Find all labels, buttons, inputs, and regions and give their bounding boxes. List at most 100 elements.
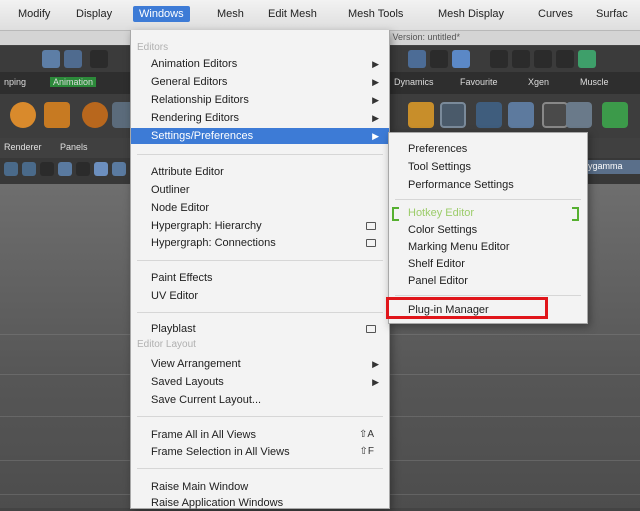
menu-item-paint-effects[interactable]: Paint Effects xyxy=(131,270,389,286)
shelf-tab-xgen[interactable]: Xgen xyxy=(528,77,549,87)
menu-item-label: Settings/Preferences xyxy=(151,130,254,142)
submenu-item-panel-editor[interactable]: Panel Editor xyxy=(389,273,587,289)
main-menu-bar: Modify Display Windows Mesh Edit Mesh Me… xyxy=(0,0,640,31)
submenu-item-plugin-manager[interactable]: Plug-in Manager xyxy=(389,302,587,318)
submenu-item-shelf-editor[interactable]: Shelf Editor xyxy=(389,256,587,272)
hypershade-icon[interactable] xyxy=(556,50,574,68)
menu-item-saved-layouts[interactable]: Saved Layouts ▶ xyxy=(131,374,389,390)
extrude-icon[interactable] xyxy=(602,102,628,128)
select-icon[interactable] xyxy=(64,50,82,68)
submenu-item-label: Preferences xyxy=(408,143,468,155)
menu-windows[interactable]: Windows xyxy=(133,6,190,22)
menu-item-label: Hypergraph: Hierarchy xyxy=(151,220,262,232)
menu-item-settings-preferences[interactable]: Settings/Preferences ▶ xyxy=(131,128,389,144)
torus-icon[interactable] xyxy=(82,102,108,128)
submenu-item-tool-settings[interactable]: Tool Settings xyxy=(389,159,587,175)
option-box-icon[interactable] xyxy=(366,239,376,247)
shelf-tab-dynamics[interactable]: Dynamics xyxy=(394,77,434,87)
menu-mesh-display[interactable]: Mesh Display xyxy=(438,8,504,20)
menu-item-attribute-editor[interactable]: Attribute Editor xyxy=(131,164,389,180)
menu-item-view-arrangement[interactable]: View Arrangement ▶ xyxy=(131,356,389,372)
duplicate-icon[interactable] xyxy=(508,102,534,128)
render-icon[interactable] xyxy=(490,50,508,68)
layer-icon[interactable] xyxy=(542,102,568,128)
lighting-icon[interactable] xyxy=(94,162,108,176)
camera-icon[interactable] xyxy=(4,162,18,176)
shelf-tab-favourite[interactable]: Favourite xyxy=(460,77,498,87)
menu-mesh[interactable]: Mesh xyxy=(217,8,244,20)
submenu-item-color-settings[interactable]: Color Settings xyxy=(389,222,587,238)
shelf-tab-rigging[interactable]: nping xyxy=(4,77,26,87)
menu-item-node-editor[interactable]: Node Editor xyxy=(131,200,389,216)
menu-item-raise-application-windows[interactable]: Raise Application Windows xyxy=(131,495,389,511)
bookmark-icon[interactable] xyxy=(40,162,54,176)
menu-item-hypergraph-connections[interactable]: Hypergraph: Connections xyxy=(131,235,389,251)
xray-icon[interactable] xyxy=(112,162,126,176)
render-settings-icon[interactable] xyxy=(534,50,552,68)
menu-item-playblast[interactable]: Playblast xyxy=(131,321,389,337)
menu-item-relationship-editors[interactable]: Relationship Editors ▶ xyxy=(131,92,389,108)
option-box-icon[interactable] xyxy=(366,325,376,333)
panel-menu-renderer[interactable]: Renderer xyxy=(4,142,42,152)
ipr-icon[interactable] xyxy=(512,50,530,68)
snap-point-icon[interactable] xyxy=(452,50,470,68)
menu-separator xyxy=(395,295,581,296)
display-icon[interactable] xyxy=(578,50,596,68)
menu-item-animation-editors[interactable]: Animation Editors ▶ xyxy=(131,56,389,72)
submenu-item-performance-settings[interactable]: Performance Settings xyxy=(389,177,587,193)
menu-edit-mesh[interactable]: Edit Mesh xyxy=(268,8,317,20)
menu-item-hypergraph-hierarchy[interactable]: Hypergraph: Hierarchy xyxy=(131,218,389,234)
menu-item-rendering-editors[interactable]: Rendering Editors ▶ xyxy=(131,110,389,126)
grid-icon[interactable] xyxy=(476,102,502,128)
menu-item-label: Raise Application Windows xyxy=(151,497,284,509)
menu-item-label: Frame All in All Views xyxy=(151,429,256,441)
light-icon[interactable] xyxy=(408,102,434,128)
section-header-editor-layout: Editor Layout xyxy=(137,339,196,350)
sphere-icon[interactable] xyxy=(10,102,36,128)
menu-modify[interactable]: Modify xyxy=(18,8,50,20)
submenu-arrow-icon: ▶ xyxy=(372,377,379,387)
menu-item-raise-main-window[interactable]: Raise Main Window xyxy=(131,479,389,495)
menu-item-label: Node Editor xyxy=(151,202,210,214)
submenu-item-preferences[interactable]: Preferences xyxy=(389,141,587,157)
menu-item-outliner[interactable]: Outliner xyxy=(131,182,389,198)
snap-grid-icon[interactable] xyxy=(408,50,426,68)
menu-item-general-editors[interactable]: General Editors ▶ xyxy=(131,74,389,90)
submenu-arrow-icon: ▶ xyxy=(372,113,379,123)
menu-item-frame-selection[interactable]: Frame Selection in All Views ⇧F xyxy=(131,444,389,460)
window-title: st Version: untitled* xyxy=(383,32,461,42)
cube-icon[interactable] xyxy=(44,102,70,128)
bridge-icon[interactable] xyxy=(566,102,592,128)
submenu-item-marking-menu-editor[interactable]: Marking Menu Editor xyxy=(389,239,587,255)
submenu-item-label: Panel Editor xyxy=(408,275,468,287)
menu-separator xyxy=(137,416,383,417)
grid-toggle-icon[interactable] xyxy=(58,162,72,176)
menu-display[interactable]: Display xyxy=(76,8,112,20)
mode-icon[interactable] xyxy=(42,50,60,68)
menu-item-uv-editor[interactable]: UV Editor xyxy=(131,288,389,304)
menu-item-label: UV Editor xyxy=(151,290,199,302)
frame-icon[interactable] xyxy=(440,102,466,128)
shelf-tab-animation[interactable]: Animation xyxy=(50,77,97,87)
shelf-tab-muscle[interactable]: Muscle xyxy=(580,77,609,87)
shading-icon[interactable] xyxy=(76,162,90,176)
menu-item-save-current-layout[interactable]: Save Current Layout... xyxy=(131,392,389,408)
option-box-icon[interactable] xyxy=(366,222,376,230)
submenu-arrow-icon: ▶ xyxy=(372,359,379,369)
menu-mesh-tools[interactable]: Mesh Tools xyxy=(348,8,403,20)
snap-curve-icon[interactable] xyxy=(430,50,448,68)
windows-menu-dropdown: Editors Animation Editors ▶ General Edit… xyxy=(130,30,390,509)
menu-curves[interactable]: Curves xyxy=(538,8,573,20)
view-icon[interactable] xyxy=(22,162,36,176)
hotkey-bracket-right-icon xyxy=(572,207,579,221)
tool-icon[interactable] xyxy=(90,50,108,68)
menu-item-label: Attribute Editor xyxy=(151,166,224,178)
hotkey-bracket-left-icon xyxy=(392,207,399,221)
settings-preferences-submenu: Preferences Tool Settings Performance Se… xyxy=(388,132,588,324)
menu-surfaces[interactable]: Surfac xyxy=(596,8,628,20)
submenu-item-label: Hotkey Editor xyxy=(408,207,475,219)
submenu-item-hotkey-editor: Hotkey Editor xyxy=(389,205,587,221)
menu-item-frame-all[interactable]: Frame All in All Views ⇧A xyxy=(131,427,389,443)
submenu-item-label: Color Settings xyxy=(408,224,478,236)
panel-menu-panels[interactable]: Panels xyxy=(60,142,88,152)
